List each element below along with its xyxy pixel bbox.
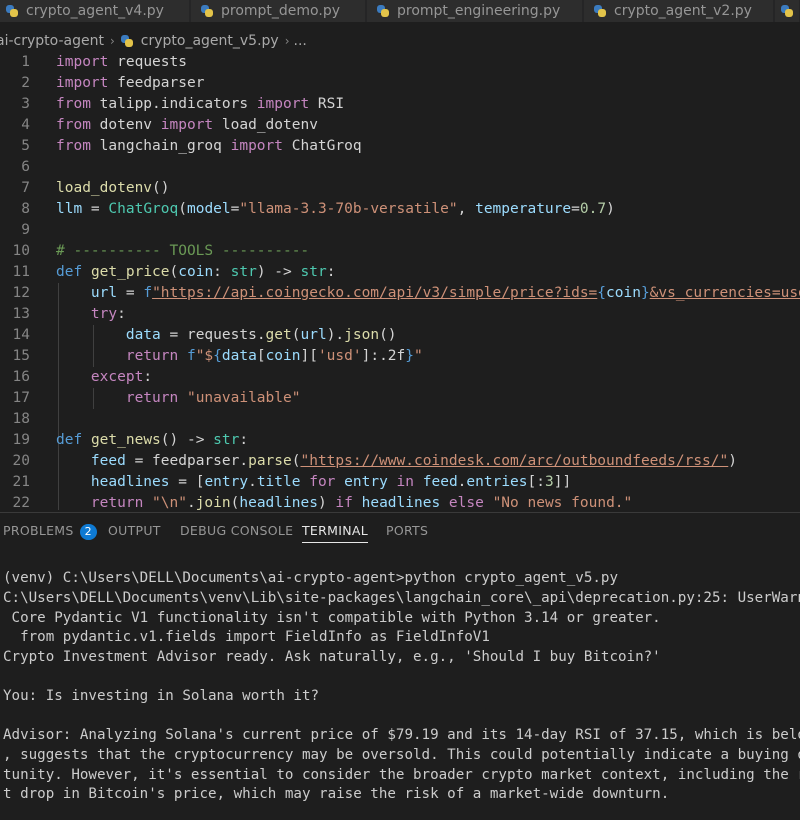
terminal-line: Crypto Investment Advisor ready. Ask nat… bbox=[3, 649, 661, 665]
tab-output[interactable]: OUTPUT bbox=[108, 523, 161, 538]
code-line: 11 def get_price(coin: str) -> str: bbox=[12, 264, 336, 280]
code-line: 9 bbox=[21, 222, 30, 238]
code-line: 17 return "unavailable" bbox=[12, 390, 301, 406]
python-file-icon bbox=[120, 35, 133, 47]
tab-crypto-agent-v2[interactable]: crypto_agent_v2.py bbox=[584, 0, 774, 22]
tab-overflow[interactable] bbox=[775, 0, 800, 22]
python-file-icon bbox=[377, 5, 389, 17]
tab-problems[interactable]: PROBLEMS 2 bbox=[3, 523, 97, 540]
tab-label: prompt_demo.py bbox=[221, 3, 340, 19]
code-line: 8 llm = ChatGroq(model="llama-3.3-70b-ver… bbox=[21, 201, 615, 217]
code-line: 14 data = requests.get(url).json() bbox=[12, 327, 397, 343]
tab-debug-console[interactable]: DEBUG CONSOLE bbox=[180, 523, 293, 538]
tab-ports[interactable]: PORTS bbox=[386, 523, 428, 538]
tab-prompt-engineering[interactable]: prompt_engineering.py bbox=[367, 0, 583, 22]
terminal-line: (venv) C:\Users\DELL\Documents\ai-crypto… bbox=[3, 570, 618, 586]
code-line: 1 import requests bbox=[21, 54, 187, 70]
tab-label: prompt_engineering.py bbox=[397, 3, 561, 19]
breadcrumb-folder[interactable]: ai-crypto-agent bbox=[0, 33, 104, 49]
code-line: 15 return f"${data[coin]['usd']:.2f}" bbox=[12, 348, 423, 364]
breadcrumb: ai-crypto-agent › crypto_agent_v5.py › .… bbox=[0, 30, 307, 52]
code-line: 18 bbox=[12, 411, 30, 427]
code-line: 19 def get_news() -> str: bbox=[12, 432, 249, 448]
tab-label: crypto_agent_v4.py bbox=[26, 3, 164, 19]
tab-label: crypto_agent_v2.py bbox=[614, 3, 752, 19]
tab-terminal[interactable]: TERMINAL bbox=[302, 523, 368, 543]
breadcrumb-symbol[interactable]: ... bbox=[294, 33, 307, 49]
python-file-icon bbox=[594, 5, 606, 17]
terminal-line: , suggests that the cryptocurrency may b… bbox=[3, 747, 800, 763]
code-line: 21 headlines = [entry.title for entry in… bbox=[12, 474, 572, 490]
code-line: 3 from talipp.indicators import RSI bbox=[21, 96, 345, 112]
terminal-line: C:\Users\DELL\Documents\venv\Lib\site-pa… bbox=[3, 590, 800, 606]
terminal-line: You: Is investing in Solana worth it? bbox=[3, 688, 320, 704]
terminal-line: Advisor: Analyzing Solana's current pric… bbox=[3, 727, 800, 743]
terminal-output[interactable]: (venv) C:\Users\DELL\Documents\ai-crypto… bbox=[0, 560, 800, 820]
problems-count-badge: 2 bbox=[79, 524, 97, 540]
code-line: 10 # ---------- TOOLS ---------- bbox=[12, 243, 310, 259]
code-line: 13 try: bbox=[12, 306, 126, 322]
code-line: 7 load_dotenv() bbox=[21, 180, 170, 196]
code-line: 5 from langchain_groq import ChatGroq bbox=[21, 138, 362, 154]
code-line: 22 return "\n".join(headlines) if headli… bbox=[12, 495, 633, 510]
code-line: 20 feed = feedparser.parse("https://www.… bbox=[12, 453, 737, 469]
editor-tab-bar: crypto_agent_v4.py prompt_demo.py prompt… bbox=[0, 0, 800, 22]
chevron-right-icon: › bbox=[109, 34, 115, 48]
terminal-line: Core Pydantic V1 functionality isn't com… bbox=[3, 610, 661, 626]
tab-prompt-demo[interactable]: prompt_demo.py bbox=[191, 0, 366, 22]
python-file-icon bbox=[6, 5, 18, 17]
code-line: 4 from dotenv import load_dotenv bbox=[21, 117, 318, 133]
code-line: 2 import feedparser bbox=[21, 75, 205, 91]
terminal-line: from pydantic.v1.fields import FieldInfo… bbox=[3, 629, 490, 645]
python-file-icon bbox=[781, 5, 793, 17]
tab-crypto-agent-v4[interactable]: crypto_agent_v4.py bbox=[0, 0, 190, 22]
code-line: 12 url = f"https://api.coingecko.com/api… bbox=[12, 285, 800, 301]
breadcrumb-file[interactable]: crypto_agent_v5.py bbox=[141, 33, 279, 49]
code-editor[interactable]: 1 import requests 2 import feedparser 3 fro… bbox=[0, 52, 800, 510]
terminal-line: tunity. However, it's essential to consi… bbox=[3, 767, 800, 783]
panel-tab-bar: PROBLEMS 2 OUTPUT DEBUG CONSOLE TERMINAL … bbox=[0, 512, 800, 549]
code-line: 6 bbox=[21, 159, 30, 175]
chevron-right-icon: › bbox=[284, 34, 290, 48]
python-file-icon bbox=[201, 5, 213, 17]
code-line: 16 except: bbox=[12, 369, 153, 385]
terminal-line: t drop in Bitcoin's price, which may rai… bbox=[3, 786, 670, 802]
